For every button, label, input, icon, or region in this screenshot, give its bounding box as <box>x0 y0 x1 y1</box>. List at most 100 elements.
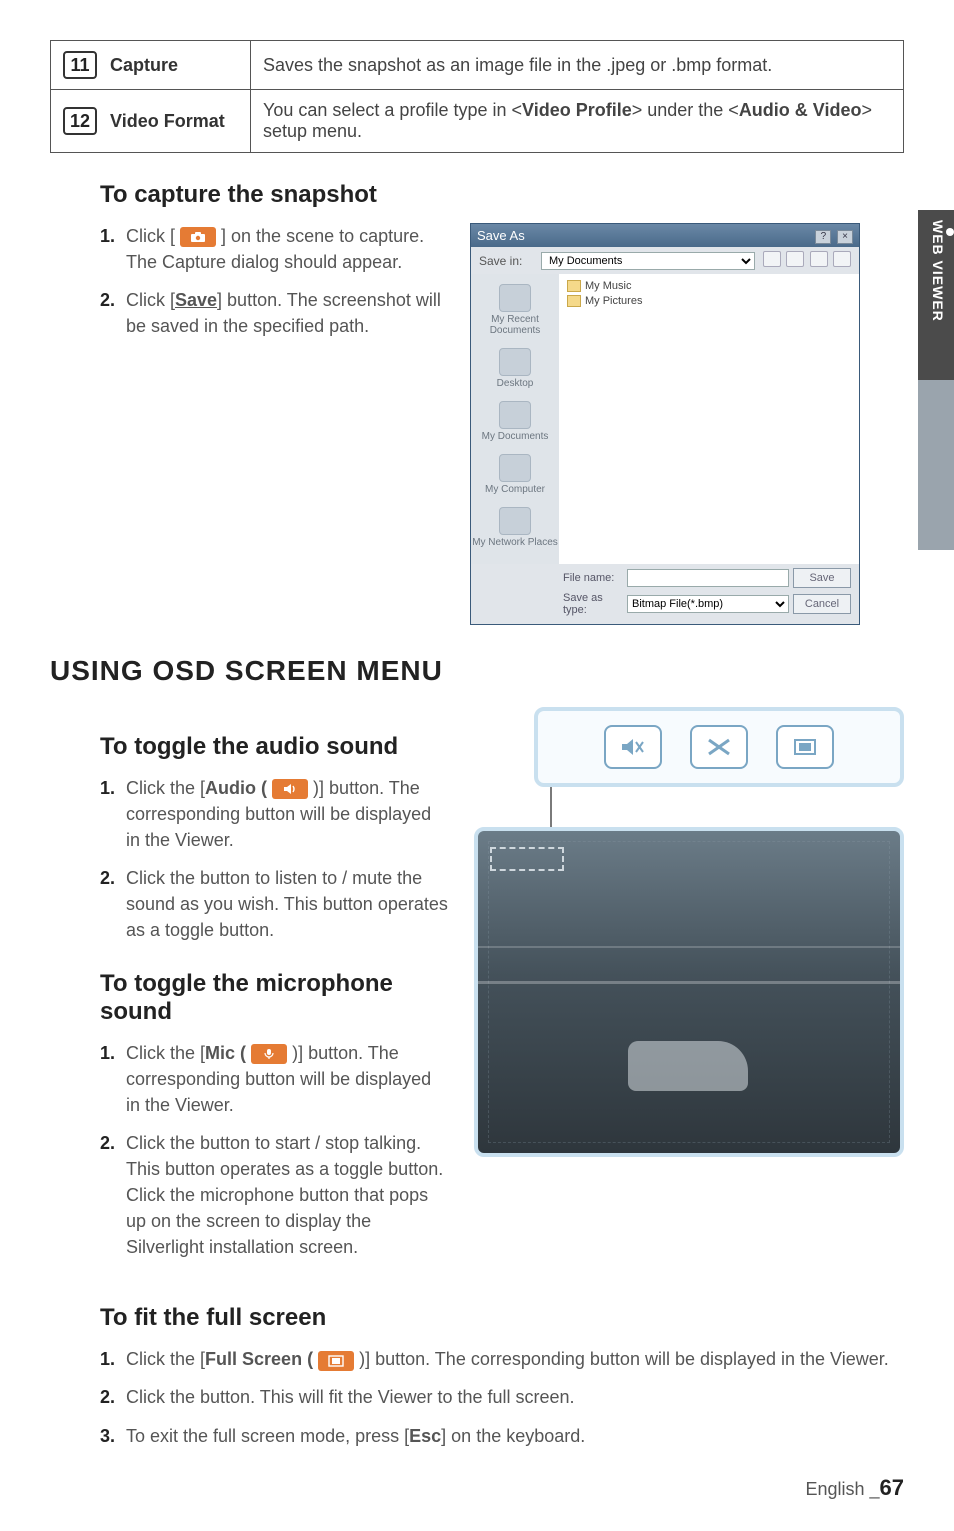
close-icon[interactable]: × <box>837 230 853 244</box>
page-footer: English _67 <box>50 1475 904 1501</box>
side-tab: WEB VIEWER <box>918 210 954 550</box>
step-number: 1. <box>100 223 115 249</box>
place-documents[interactable]: My Documents <box>471 401 559 442</box>
dialog-title: Save As <box>477 228 525 243</box>
dialog-titlebar: Save As ? × <box>471 224 859 247</box>
step-text-pre: Click the [ <box>126 1349 205 1369</box>
feature-desc-pre: You can select a profile type in < <box>263 100 522 120</box>
list-item: 1. Click [ ] on the scene to capture. Th… <box>100 223 450 275</box>
place-desktop[interactable]: Desktop <box>471 348 559 389</box>
speaker-icon[interactable] <box>272 779 308 799</box>
table-row: 11 Capture Saves the snapshot as an imag… <box>51 41 904 90</box>
step-text-pre: Click [ <box>126 226 180 246</box>
callout-number: 12 <box>63 107 97 135</box>
save-button[interactable]: Save <box>793 568 851 588</box>
step-text: Click the button. This will fit the View… <box>126 1387 575 1407</box>
savein-select[interactable]: My Documents <box>541 252 755 270</box>
back-icon[interactable] <box>763 251 781 267</box>
esc-label: Esc <box>409 1426 441 1446</box>
filename-label: File name: <box>563 572 623 584</box>
step-number: 1. <box>100 775 115 801</box>
cancel-button[interactable]: Cancel <box>793 594 851 614</box>
desktop-icon <box>499 348 531 376</box>
savein-label: Save in: <box>479 254 535 268</box>
side-tab-inactive <box>918 380 954 550</box>
newfolder-icon[interactable] <box>810 251 828 267</box>
up-icon[interactable] <box>786 251 804 267</box>
feature-label: Video Format <box>110 111 225 131</box>
viewer-toolbar <box>534 707 904 787</box>
tag-video-profile: Video Profile <box>522 100 632 120</box>
heading-capture: To capture the snapshot <box>100 181 904 209</box>
heading-mic: To toggle the microphone sound <box>100 970 450 1026</box>
folder-icon <box>499 284 531 312</box>
step-number: 2. <box>100 1130 115 1156</box>
heading-osd-menu: USING OSD SCREEN MENU <box>50 655 904 687</box>
heading-audio: To toggle the audio sound <box>100 733 450 761</box>
save-label: Save <box>175 290 217 310</box>
step-text-pre: Click [ <box>126 290 175 310</box>
saveastype-select[interactable]: Bitmap File(*.bmp) <box>627 595 789 613</box>
list-item: 2. Click [Save] button. The screenshot w… <box>100 287 450 339</box>
heading-fit: To fit the full screen <box>100 1304 904 1332</box>
microphone-icon[interactable] <box>251 1044 287 1064</box>
list-item: 2. Click the button. This will fit the V… <box>100 1384 904 1410</box>
step-text-post: )] button. The corresponding button will… <box>359 1349 889 1369</box>
footer-sep: _ <box>870 1479 880 1499</box>
toolbar-mic-button[interactable] <box>690 725 748 769</box>
callout-number: 11 <box>63 51 97 79</box>
mic-steps: 1. Click the [Mic ( )] button. The corre… <box>50 1040 450 1261</box>
step-number: 2. <box>100 287 115 313</box>
toolbar-audio-button[interactable] <box>604 725 662 769</box>
step-text-pre: To exit the full screen mode, press [ <box>126 1426 409 1446</box>
capture-steps: 1. Click [ ] on the scene to capture. Th… <box>50 223 450 339</box>
viewmenu-icon[interactable] <box>833 251 851 267</box>
viewer-preview <box>474 827 904 1157</box>
place-recent[interactable]: My Recent Documents <box>471 284 559 336</box>
step-number: 2. <box>100 865 115 891</box>
step-text-post: ] on the keyboard. <box>441 1426 585 1446</box>
list-item: 2. Click the button to start / stop talk… <box>100 1130 450 1260</box>
callout-line <box>550 787 552 827</box>
toolbar-fullscreen-button[interactable] <box>776 725 834 769</box>
mic-label: Mic ( <box>205 1043 246 1063</box>
filename-input[interactable] <box>627 569 789 587</box>
folder-icon <box>567 295 581 307</box>
fit-steps: 1. Click the [Full Screen ( )] button. T… <box>50 1346 904 1448</box>
footer-page: 67 <box>880 1475 904 1500</box>
list-item: 3. To exit the full screen mode, press [… <box>100 1423 904 1449</box>
save-as-dialog: Save As ? × Save in: My Documents <box>470 223 860 625</box>
bullet-icon <box>946 228 954 236</box>
network-icon <box>499 507 531 535</box>
tag-audio-video: Audio & Video <box>739 100 862 120</box>
side-tab-label: WEB VIEWER <box>930 220 946 322</box>
fullscreen-label: Full Screen ( <box>205 1349 313 1369</box>
list-item: 2. Click the button to listen to / mute … <box>100 865 450 943</box>
saveastype-label: Save as type: <box>563 592 623 616</box>
list-item[interactable]: My Pictures <box>567 295 851 307</box>
audio-steps: 1. Click the [Audio ( )] button. The cor… <box>50 775 450 944</box>
step-number: 2. <box>100 1384 115 1410</box>
feature-desc-mid: > under the < <box>632 100 739 120</box>
feature-label: Capture <box>110 55 178 75</box>
step-text: Click the button to listen to / mute the… <box>126 868 448 940</box>
camera-icon[interactable] <box>180 227 216 247</box>
step-number: 1. <box>100 1346 115 1372</box>
fullscreen-icon[interactable] <box>318 1351 354 1371</box>
feature-desc: Saves the snapshot as an image file in t… <box>263 55 772 75</box>
list-item[interactable]: My Music <box>567 280 851 292</box>
step-text-pre: Click the [ <box>126 1043 205 1063</box>
help-icon[interactable]: ? <box>815 230 831 244</box>
computer-icon <box>499 454 531 482</box>
feature-table: 11 Capture Saves the snapshot as an imag… <box>50 40 904 153</box>
documents-icon <box>499 401 531 429</box>
folder-icon <box>567 280 581 292</box>
side-tab-active: WEB VIEWER <box>918 210 954 380</box>
list-item: 1. Click the [Mic ( )] button. The corre… <box>100 1040 450 1118</box>
place-network[interactable]: My Network Places <box>471 507 559 548</box>
footer-lang: English <box>805 1479 864 1499</box>
file-list[interactable]: My Music My Pictures <box>559 274 859 564</box>
place-computer[interactable]: My Computer <box>471 454 559 495</box>
places-bar: My Recent Documents Desktop My Documents… <box>471 274 559 564</box>
step-number: 3. <box>100 1423 115 1449</box>
